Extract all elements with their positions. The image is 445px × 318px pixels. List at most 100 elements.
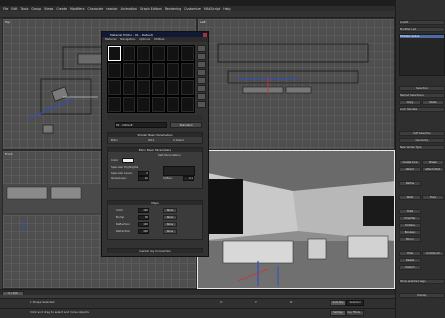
paste-button[interactable]: Paste: [422, 100, 444, 105]
attach-mult-button[interactable]: Attach Mult.: [422, 167, 444, 172]
menu-modifiers[interactable]: Modifiers: [70, 7, 85, 11]
soften-spinner[interactable]: 0.1: [183, 176, 194, 181]
detach-button[interactable]: Detach: [399, 265, 421, 270]
sample-slot[interactable]: [122, 63, 136, 78]
menu-rendering[interactable]: Rendering: [165, 7, 181, 11]
menu-graph-editors[interactable]: Graph Editors: [140, 7, 162, 11]
sample-slot[interactable]: [166, 80, 180, 95]
backlight-icon[interactable]: [197, 53, 206, 60]
material-editor-window[interactable]: Material Editor - 01 - Default Material …: [101, 31, 209, 257]
sample-slot[interactable]: [166, 46, 180, 61]
sample-slot[interactable]: [152, 97, 165, 112]
sample-slot[interactable]: [122, 80, 136, 95]
modifier-stack[interactable]: Editable Spline: [399, 34, 445, 76]
sample-slot[interactable]: [108, 46, 121, 61]
diffuse-swatch[interactable]: [122, 158, 134, 163]
close-icon[interactable]: [203, 32, 207, 37]
sample-slot[interactable]: [137, 46, 150, 61]
map-label[interactable]: Bump: [116, 215, 124, 219]
sample-slot[interactable]: [152, 80, 165, 95]
two-sided-checkbox[interactable]: 2-Sided: [173, 138, 184, 142]
attach-button[interactable]: Attach: [399, 167, 421, 172]
menu-options[interactable]: Options: [139, 37, 150, 41]
material-name-field[interactable]: 01 - Default: [115, 122, 167, 128]
create-line-button[interactable]: Create Line: [399, 160, 421, 165]
video-check-icon[interactable]: [197, 77, 206, 84]
delete-button[interactable]: Delete: [399, 258, 421, 263]
hide-button[interactable]: Hide: [399, 251, 421, 256]
sample-slot[interactable]: [137, 97, 150, 112]
sample-slot[interactable]: [108, 80, 121, 95]
select-by-material-icon[interactable]: [197, 101, 206, 108]
map-amount[interactable]: 100: [138, 222, 149, 227]
menu-create[interactable]: Create: [56, 7, 67, 11]
sample-slot[interactable]: [181, 63, 194, 78]
key-filters-button[interactable]: Key Filters...: [346, 310, 364, 316]
map-button[interactable]: None: [163, 222, 177, 227]
sample-slot[interactable]: [166, 97, 180, 112]
menu-reactor[interactable]: reactor: [106, 7, 117, 11]
sample-type-icon[interactable]: [197, 45, 206, 52]
options-icon[interactable]: [197, 93, 206, 100]
fuse-button[interactable]: Fuse: [422, 195, 444, 200]
rollout-maps[interactable]: Maps: [108, 201, 202, 205]
object-name-field[interactable]: Line01: [399, 20, 445, 25]
mirror-button[interactable]: Mirror: [399, 237, 421, 242]
uv-tiling-icon[interactable]: [197, 69, 206, 76]
menu-file[interactable]: File: [3, 7, 8, 11]
menu-customize[interactable]: Customize: [184, 7, 201, 11]
unhide-all-button[interactable]: Unhide All: [422, 251, 444, 256]
menu-animation[interactable]: Animation: [121, 7, 137, 11]
map-label[interactable]: Color: [116, 208, 123, 212]
rollout-geometry[interactable]: Geometry: [399, 138, 445, 143]
menu-help[interactable]: Help: [223, 7, 230, 11]
lock-handles-checkbox[interactable]: Lock Handles: [399, 107, 445, 112]
sample-slot[interactable]: [152, 63, 165, 78]
sample-slot[interactable]: [122, 97, 136, 112]
sample-slot[interactable]: [181, 80, 194, 95]
make-preview-icon[interactable]: [197, 85, 206, 92]
material-type-button[interactable]: Standard: [170, 122, 202, 128]
menu-tools[interactable]: Tools: [21, 7, 29, 11]
map-button[interactable]: None: [163, 229, 177, 234]
sample-slot[interactable]: [108, 63, 121, 78]
rollout-soft-selection[interactable]: Soft Selection: [399, 131, 445, 136]
sample-slot[interactable]: [122, 46, 136, 61]
set-key-button[interactable]: Set Key: [330, 310, 346, 316]
fillet-button[interactable]: Fillet: [399, 209, 421, 214]
modifier-list-dropdown[interactable]: Modifier List: [399, 27, 445, 32]
rollout-display[interactable]: Display: [399, 293, 445, 298]
menu-group[interactable]: Group: [31, 7, 41, 11]
rollout-shader-basic[interactable]: Shader Basic Parameters: [108, 133, 202, 137]
rollout-selection[interactable]: Selection: [399, 86, 445, 91]
map-label[interactable]: Reflection: [116, 222, 130, 226]
rollout-blinn-basic[interactable]: Blinn Basic Parameters: [108, 148, 202, 152]
weld-button[interactable]: Weld: [399, 195, 421, 200]
sample-slot[interactable]: [137, 63, 150, 78]
menu-utilities[interactable]: Utilities: [154, 37, 165, 41]
map-amount[interactable]: 100: [138, 229, 149, 234]
sample-slot[interactable]: [108, 97, 121, 112]
map-amount[interactable]: 30: [138, 215, 149, 220]
glossiness-spinner[interactable]: 10: [138, 176, 149, 181]
map-amount[interactable]: 100: [138, 208, 149, 213]
boolean-button[interactable]: Boolean: [399, 230, 421, 235]
menu-views[interactable]: Views: [44, 7, 53, 11]
viewport-left[interactable]: Left: [197, 18, 395, 150]
selected-dropdown[interactable]: Selected: [346, 300, 364, 306]
map-button[interactable]: None: [163, 208, 177, 213]
sample-slot[interactable]: [181, 97, 194, 112]
outline-button[interactable]: Outline: [399, 223, 421, 228]
break-button[interactable]: Break: [422, 160, 444, 165]
map-button[interactable]: None: [163, 215, 177, 220]
menu-maxscript[interactable]: MAXScript: [204, 7, 220, 11]
background-icon[interactable]: [197, 61, 206, 68]
sample-slot[interactable]: [181, 46, 194, 61]
wire-checkbox[interactable]: Wire: [148, 138, 154, 142]
stack-item-editable-spline[interactable]: Editable Spline: [400, 35, 444, 38]
show-selected-segs-checkbox[interactable]: Show selected segs: [399, 279, 445, 284]
menu-edit[interactable]: Edit: [11, 7, 17, 11]
viewport-perspective[interactable]: Perspective: [197, 150, 395, 289]
sample-slot[interactable]: [137, 80, 150, 95]
auto-key-button[interactable]: Auto Key: [330, 300, 346, 306]
